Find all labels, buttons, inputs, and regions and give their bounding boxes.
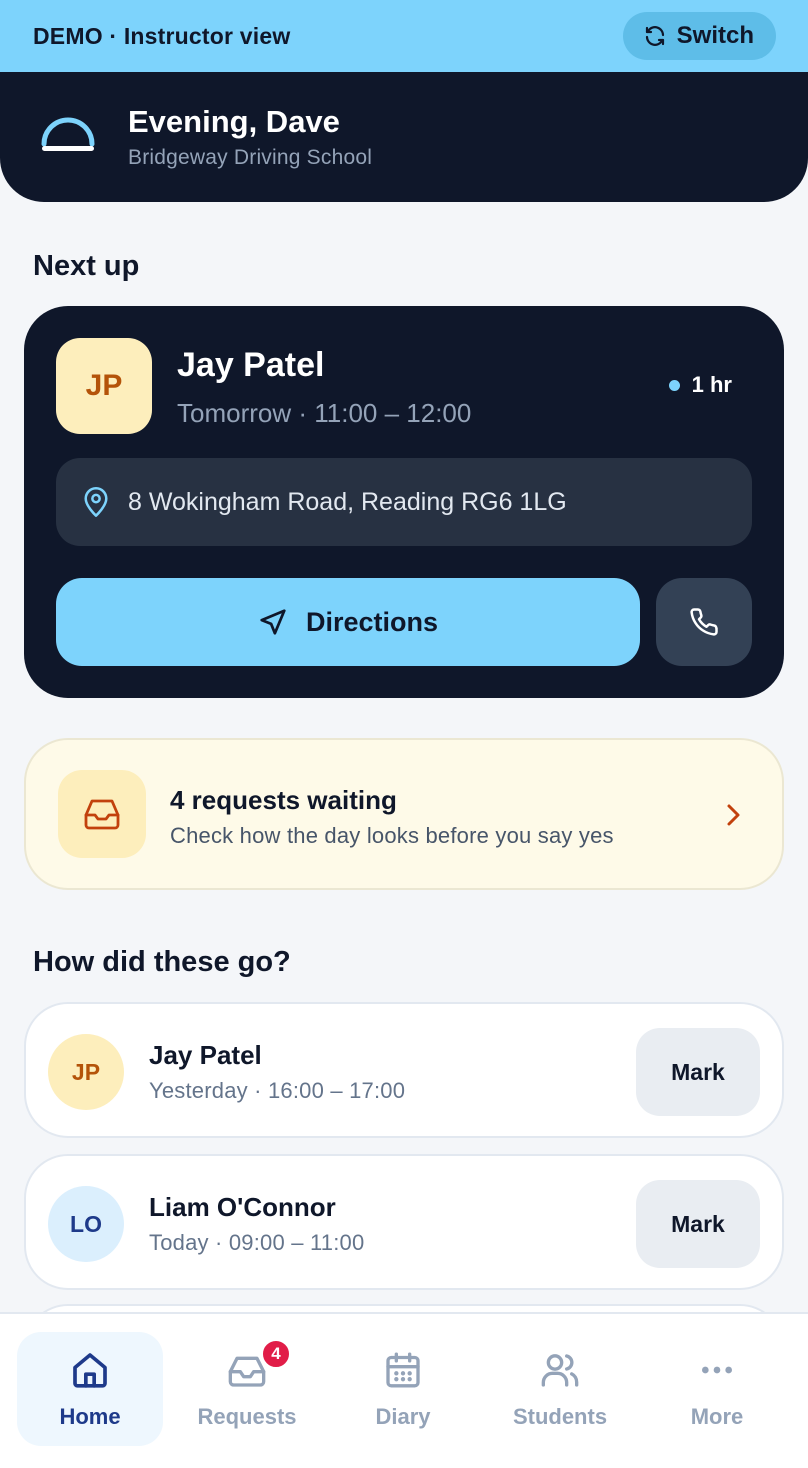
lesson-student-name: Liam O'Connor (149, 1192, 336, 1222)
avatar: LO (48, 1186, 124, 1262)
review-title: How did these go? (33, 946, 291, 978)
greeting: Evening, Dave (128, 104, 340, 139)
switch-label: Switch (676, 22, 754, 49)
switch-button[interactable]: Switch (622, 12, 776, 60)
duration-label: 1 hr (691, 372, 732, 397)
chevron-right-icon (727, 804, 740, 826)
nav-home[interactable]: Home (17, 1332, 163, 1446)
nav-diary[interactable]: Diary (330, 1332, 476, 1446)
directions-label: Directions (305, 606, 439, 637)
requests-title: 4 requests waiting (170, 785, 397, 815)
demo-bar: DEMO · Instructor view Switch (0, 0, 808, 72)
nav-requests[interactable]: Requests 4 (174, 1332, 320, 1446)
mark-button[interactable]: Mark (636, 1180, 760, 1268)
lesson-student-name: Jay Patel (149, 1040, 262, 1070)
status-dot-icon (668, 379, 680, 391)
requests-count-badge: 4 (260, 1338, 292, 1370)
map-pin-icon (84, 487, 108, 517)
lesson-time: Yesterday · 16:00 – 17:00 (149, 1078, 406, 1103)
bottom-nav: Home Requests 4 Diary Students More (0, 1312, 808, 1468)
address-box[interactable]: 8 Wokingham Road, Reading RG6 1LG (56, 458, 752, 546)
directions-button[interactable]: Directions (56, 578, 640, 666)
next-up-title: Next up (33, 250, 140, 282)
duration-badge: 1 hr (668, 372, 732, 398)
inbox-icon-wrap (58, 770, 146, 858)
list-item: JP Jay Patel Yesterday · 16:00 – 17:00 M… (24, 1002, 784, 1138)
requests-subtitle: Check how the day looks before you say y… (170, 823, 614, 848)
phone-icon (690, 608, 718, 636)
avatar: JP (48, 1034, 124, 1110)
nav-more[interactable]: More (644, 1332, 790, 1446)
nav-label: More (690, 1404, 744, 1429)
address-text: 8 Wokingham Road, Reading RG6 1LG (128, 487, 567, 516)
inbox-icon (84, 799, 120, 830)
lesson-time: Tomorrow · 11:00 – 12:00 (177, 398, 472, 428)
calendar-icon (386, 1352, 420, 1388)
school-name: Bridgeway Driving School (128, 146, 373, 169)
more-icon (702, 1366, 732, 1374)
nav-label: Diary (375, 1404, 431, 1429)
mark-button[interactable]: Mark (636, 1028, 760, 1116)
steering-logo-icon (41, 117, 95, 151)
nav-label: Home (59, 1404, 121, 1429)
nav-label: Students (512, 1404, 608, 1429)
demo-label: DEMO · Instructor view (33, 22, 291, 49)
refresh-icon (645, 26, 664, 46)
lesson-time: Today · 09:00 – 11:00 (149, 1230, 365, 1255)
next-lesson-card[interactable]: JP Jay Patel Tomorrow · 11:00 – 12:00 1 … (24, 306, 784, 698)
student-name: Jay Patel (177, 346, 325, 384)
users-icon (541, 1354, 579, 1387)
avatar: JP (56, 338, 152, 434)
home-icon (73, 1353, 107, 1388)
nav-students[interactable]: Students (487, 1332, 633, 1446)
greeting-block: Evening, Dave Bridgeway Driving School (128, 104, 372, 170)
call-button[interactable] (656, 578, 752, 666)
nav-label: Requests (197, 1404, 297, 1429)
navigation-arrow-icon (260, 609, 286, 635)
list-item: LO Liam O'Connor Today · 09:00 – 11:00 M… (24, 1154, 784, 1290)
requests-waiting-card[interactable]: 4 requests waiting Check how the day loo… (24, 738, 784, 890)
app-header: Evening, Dave Bridgeway Driving School (0, 72, 808, 202)
